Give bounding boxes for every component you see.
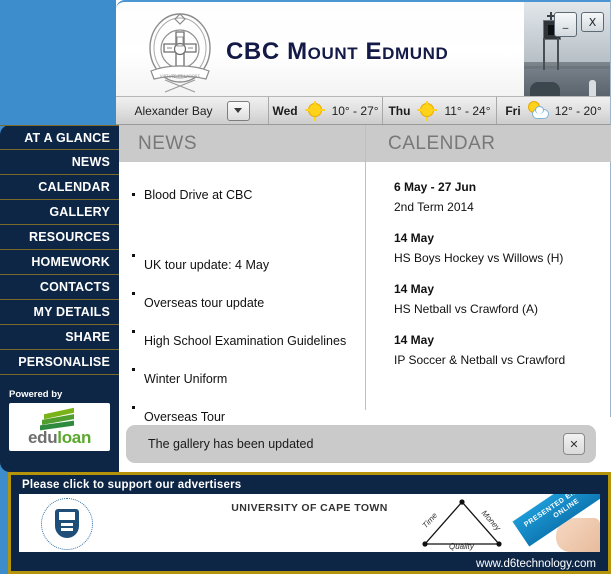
window-controls: _ X	[554, 12, 604, 37]
notification-bar: The gallery has been updated ✕	[126, 425, 596, 463]
advert-body[interactable]: UNIVERSITY OF CAPE TOWN Time Money Quali…	[19, 494, 600, 552]
weather-temps: 10° - 27°	[331, 103, 379, 118]
sidebar-item-label: AT A GLANCE	[24, 130, 110, 145]
sidebar-item-resources[interactable]: RESOURCES	[0, 225, 119, 250]
sidebar-item-at-a-glance[interactable]: AT A GLANCE	[0, 125, 119, 150]
calendar-event-date: 14 May	[394, 333, 435, 347]
advert-heading: Please click to support our advertisers	[22, 479, 242, 491]
triangle-diagram: Time Money Quality	[407, 496, 522, 552]
weather-day-fri[interactable]: Fri 12° - 20°	[497, 97, 610, 124]
advertisement-panel[interactable]: Please click to support our advertisers …	[8, 472, 611, 574]
weather-day-thu[interactable]: Thu 11° - 24°	[383, 97, 497, 124]
content-area: NEWS CALENDAR Blood Drive at CBC UK tour…	[116, 125, 611, 424]
list-item[interactable]: UK tour update: 4 May	[116, 246, 365, 284]
bullet-icon	[132, 330, 135, 333]
sidebar-item-calendar[interactable]: CALENDAR	[0, 175, 119, 200]
sun-icon	[417, 100, 438, 121]
sidebar-item-homework[interactable]: HOMEWORK	[0, 250, 119, 275]
minimize-button[interactable]: _	[554, 12, 577, 37]
news-panel-header: NEWS	[116, 125, 365, 162]
eduloan-mark-icon	[39, 407, 80, 430]
calendar-list: 6 May - 27 Jun 2nd Term 2014 14 May HS B…	[366, 162, 611, 384]
weather-day-label: Fri	[505, 103, 521, 118]
sponsor-name-part-b: loan	[57, 427, 92, 447]
list-item[interactable]: 6 May - 27 Jun 2nd Term 2014	[366, 180, 611, 214]
advert-url[interactable]: www.d6technology.com	[476, 558, 596, 570]
screen: VIRTUTE ET LABORE CBC Mount Edmund _ X A…	[0, 0, 611, 574]
location-selector[interactable]: Alexander Bay	[116, 97, 269, 124]
close-button[interactable]: X	[581, 12, 604, 32]
calendar-panel-header: CALENDAR	[366, 125, 611, 162]
list-item[interactable]: Blood Drive at CBC	[116, 162, 365, 246]
close-icon[interactable]: ✕	[563, 433, 585, 455]
weather-day-label: Thu	[388, 103, 411, 118]
calendar-event-date: 6 May - 27 Jun	[394, 180, 477, 194]
calendar-event-description: 2nd Term 2014	[394, 200, 474, 214]
sponsor-logo[interactable]: eduloan	[9, 403, 110, 451]
list-item[interactable]: Overseas tour update	[116, 284, 365, 322]
powered-by-label: Powered by	[9, 389, 63, 400]
sidebar-item-label: NEWS	[71, 155, 110, 169]
sidebar-item-label: CALENDAR	[38, 180, 110, 194]
list-item[interactable]: Winter Uniform	[116, 360, 365, 398]
location-label: Alexander Bay	[134, 103, 213, 118]
list-item[interactable]: 14 May IP Soccer & Netball vs Crawford	[366, 333, 611, 367]
sidebar-item-share[interactable]: SHARE	[0, 325, 119, 350]
sidebar-item-label: CONTACTS	[39, 280, 110, 294]
weather-temps: 11° - 24°	[444, 103, 491, 118]
bullet-icon	[132, 193, 135, 196]
sidebar-item-label: SHARE	[65, 330, 110, 344]
calendar-event-date: 14 May	[394, 231, 435, 245]
calendar-event-description: HS Netball vs Crawford (A)	[394, 302, 539, 316]
sidebar-item-label: RESOURCES	[29, 230, 110, 244]
sidebar-item-label: GALLERY	[49, 205, 110, 219]
page-title: CBC Mount Edmund	[226, 38, 449, 65]
sidebar-item-label: MY DETAILS	[33, 305, 110, 319]
list-item[interactable]: High School Examination Guidelines	[116, 322, 365, 360]
sidebar-item-news[interactable]: NEWS	[0, 150, 119, 175]
list-item[interactable]: 14 May HS Netball vs Crawford (A)	[366, 282, 611, 316]
bullet-icon	[132, 406, 135, 409]
sidebar-item-my-details[interactable]: MY DETAILS	[0, 300, 119, 325]
sidebar-item-label: HOMEWORK	[31, 255, 110, 269]
sidebar-item-personalise[interactable]: PERSONALISE	[0, 350, 119, 375]
list-item[interactable]: 14 May HS Boys Hockey vs Willows (H)	[366, 231, 611, 265]
news-item-label: Winter Uniform	[144, 372, 228, 386]
sidebar-item-label: PERSONALISE	[18, 355, 110, 369]
weather-day-wed[interactable]: Wed 10° - 27°	[269, 97, 383, 124]
news-heading: NEWS	[138, 132, 197, 154]
calendar-event-description: HS Boys Hockey vs Willows (H)	[394, 251, 564, 265]
calendar-event-date: 14 May	[394, 282, 435, 296]
news-item-label: Blood Drive at CBC	[144, 188, 253, 202]
app-header: VIRTUTE ET LABORE CBC Mount Edmund _ X	[116, 0, 611, 96]
notification-message: The gallery has been updated	[148, 437, 314, 451]
sidebar-item-gallery[interactable]: GALLERY	[0, 200, 119, 225]
advert-footer: www.d6technology.com	[11, 552, 608, 572]
weather-temps: 12° - 20°	[554, 103, 602, 118]
chevron-down-icon[interactable]	[226, 100, 250, 121]
sidebar: AT A GLANCE NEWS CALENDAR GALLERY RESOUR…	[0, 125, 119, 472]
sun-cloud-icon	[528, 101, 549, 120]
triangle-label-quality: Quality	[449, 542, 474, 551]
calendar-heading: CALENDAR	[388, 132, 496, 154]
school-crest-icon: VIRTUTE ET LABORE	[149, 13, 211, 93]
news-item-label: High School Examination Guidelines	[144, 334, 347, 348]
news-list: Blood Drive at CBC UK tour update: 4 May…	[116, 162, 365, 436]
sun-icon	[304, 100, 325, 121]
news-item-label: UK tour update: 4 May	[144, 258, 270, 272]
bullet-icon	[132, 368, 135, 371]
weather-day-label: Wed	[272, 103, 298, 118]
bullet-icon	[132, 254, 135, 257]
weather-bar: Alexander Bay Wed 10° - 27° Thu 11° - 24…	[116, 96, 611, 125]
sidebar-item-contacts[interactable]: CONTACTS	[0, 275, 119, 300]
svg-text:VIRTUTE ET LABORE: VIRTUTE ET LABORE	[160, 74, 201, 79]
bullet-icon	[132, 292, 135, 295]
news-item-label: Overseas Tour	[144, 410, 226, 424]
calendar-event-description: IP Soccer & Netball vs Crawford	[394, 353, 566, 367]
news-item-label: Overseas tour update	[144, 296, 265, 310]
sponsor-name-part-a: edu	[27, 427, 58, 447]
